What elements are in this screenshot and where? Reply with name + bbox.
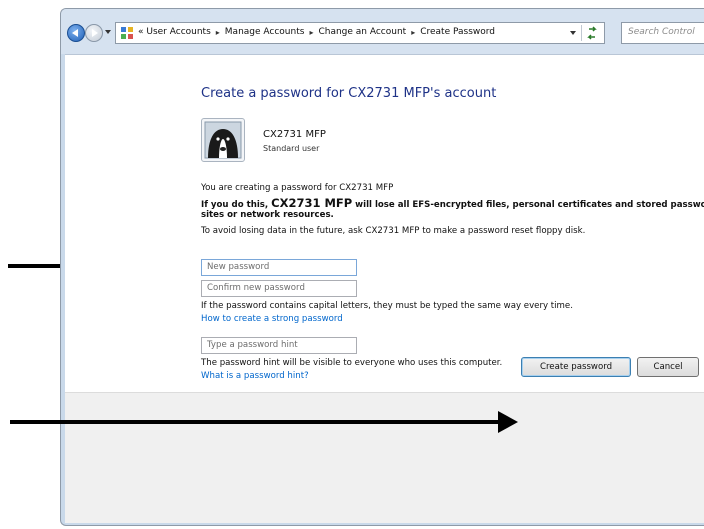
user-name: CX2731 MFP bbox=[263, 129, 326, 140]
page-title: Create a password for CX2731 MFP's accou… bbox=[201, 86, 497, 101]
hint-note: The password hint will be visible to eve… bbox=[201, 358, 503, 368]
navigation-bar: « User Accounts ▸ Manage Accounts ▸ Chan… bbox=[61, 9, 704, 54]
breadcrumb-separator-icon[interactable]: ▸ bbox=[309, 28, 313, 37]
strong-password-link[interactable]: How to create a strong password bbox=[201, 314, 343, 324]
warning-prefix: If you do this, bbox=[201, 200, 272, 210]
warning-user: CX2731 MFP bbox=[271, 196, 353, 210]
capital-note: If the password contains capital letters… bbox=[201, 301, 573, 311]
user-role: Standard user bbox=[263, 144, 320, 153]
control-panel-icon bbox=[121, 27, 133, 39]
cancel-button[interactable]: Cancel bbox=[637, 357, 699, 377]
breadcrumb-change-account[interactable]: Change an Account bbox=[318, 27, 406, 37]
recent-pages-dropdown-icon[interactable] bbox=[105, 30, 111, 34]
new-password-field[interactable]: New password bbox=[201, 259, 357, 276]
avoid-user: CX2731 MFP bbox=[365, 226, 420, 236]
address-dropdown-icon[interactable] bbox=[570, 31, 576, 35]
avoid-text: To avoid losing data in the future, ask … bbox=[201, 226, 585, 236]
breadcrumb: « User Accounts ▸ Manage Accounts ▸ Chan… bbox=[138, 27, 495, 37]
refresh-icon[interactable] bbox=[581, 25, 602, 41]
breadcrumb-separator-icon[interactable]: ▸ bbox=[411, 28, 415, 37]
button-bar bbox=[65, 392, 704, 523]
forward-arrow-icon[interactable] bbox=[85, 24, 103, 42]
breadcrumb-create-password[interactable]: Create Password bbox=[420, 27, 495, 37]
create-password-button[interactable]: Create password bbox=[521, 357, 631, 377]
main-content: Create a password for CX2731 MFP's accou… bbox=[65, 54, 704, 523]
warning-rest: will lose all EFS-encrypted files, perso… bbox=[352, 200, 704, 210]
callout-arrow-button-shaft bbox=[10, 420, 504, 424]
search-input[interactable]: Search Control bbox=[621, 22, 704, 44]
password-hint-field[interactable]: Type a password hint bbox=[201, 337, 357, 354]
warning-text: If you do this, CX2731 MFP will lose all… bbox=[201, 196, 704, 210]
info-text: You are creating a password for CX2731 M… bbox=[201, 183, 394, 193]
back-arrow-icon[interactable] bbox=[67, 24, 85, 42]
breadcrumb-manage-accounts[interactable]: Manage Accounts bbox=[225, 27, 305, 37]
password-hint-link[interactable]: What is a password hint? bbox=[201, 371, 309, 381]
avoid-rest: to make a password reset floppy disk. bbox=[419, 226, 586, 236]
address-bar[interactable]: « User Accounts ▸ Manage Accounts ▸ Chan… bbox=[115, 22, 605, 44]
breadcrumb-separator-icon[interactable]: ▸ bbox=[216, 28, 220, 37]
dog-avatar-icon bbox=[201, 118, 245, 162]
callout-arrow-button-head bbox=[498, 411, 518, 433]
avoid-prefix: To avoid losing data in the future, ask bbox=[201, 226, 366, 236]
warning-text-line2: sites or network resources. bbox=[201, 210, 334, 220]
control-panel-window: « User Accounts ▸ Manage Accounts ▸ Chan… bbox=[60, 8, 704, 526]
confirm-password-field[interactable]: Confirm new password bbox=[201, 280, 357, 297]
breadcrumb-user-accounts[interactable]: « User Accounts bbox=[138, 27, 211, 37]
